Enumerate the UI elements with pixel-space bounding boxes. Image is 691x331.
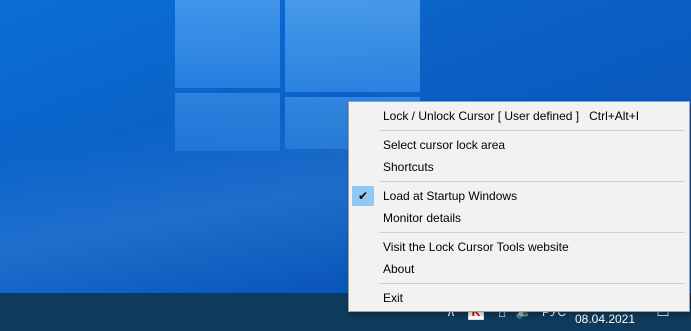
menu-item-select-lock-area[interactable]: Select cursor lock area xyxy=(349,134,689,156)
menu-separator xyxy=(349,280,689,287)
windows-logo-pane xyxy=(285,0,420,92)
menu-item-load-at-startup[interactable]: ✔ Load at Startup Windows xyxy=(349,185,689,207)
menu-item-exit[interactable]: Exit xyxy=(349,287,689,309)
menu-separator xyxy=(349,178,689,185)
menu-item-lock-unlock-cursor[interactable]: Lock / Unlock Cursor [ User defined ] Ct… xyxy=(349,105,689,127)
menu-item-visit-website[interactable]: Visit the Lock Cursor Tools website xyxy=(349,236,689,258)
menu-item-label: About xyxy=(383,262,415,276)
menu-item-shortcuts[interactable]: Shortcuts xyxy=(349,156,689,178)
menu-item-label: Exit xyxy=(383,291,404,305)
context-menu: Lock / Unlock Cursor [ User defined ] Ct… xyxy=(348,101,690,312)
menu-item-label: Lock / Unlock Cursor [ User defined ] xyxy=(383,109,580,123)
menu-item-about[interactable]: About xyxy=(349,258,689,280)
menu-item-label: Load at Startup Windows xyxy=(383,189,518,203)
menu-separator xyxy=(349,127,689,134)
menu-item-label: Monitor details xyxy=(383,211,462,225)
menu-item-shortcut: Ctrl+Alt+I xyxy=(589,109,640,123)
menu-item-label: Visit the Lock Cursor Tools website xyxy=(383,240,569,254)
menu-separator xyxy=(349,229,689,236)
windows-logo-pane xyxy=(175,0,280,88)
menu-item-label: Select cursor lock area xyxy=(383,138,506,152)
windows-logo-pane xyxy=(175,93,280,151)
check-icon: ✔ xyxy=(352,186,374,206)
menu-item-monitor-details[interactable]: Monitor details xyxy=(349,207,689,229)
menu-item-label: Shortcuts xyxy=(383,160,434,174)
